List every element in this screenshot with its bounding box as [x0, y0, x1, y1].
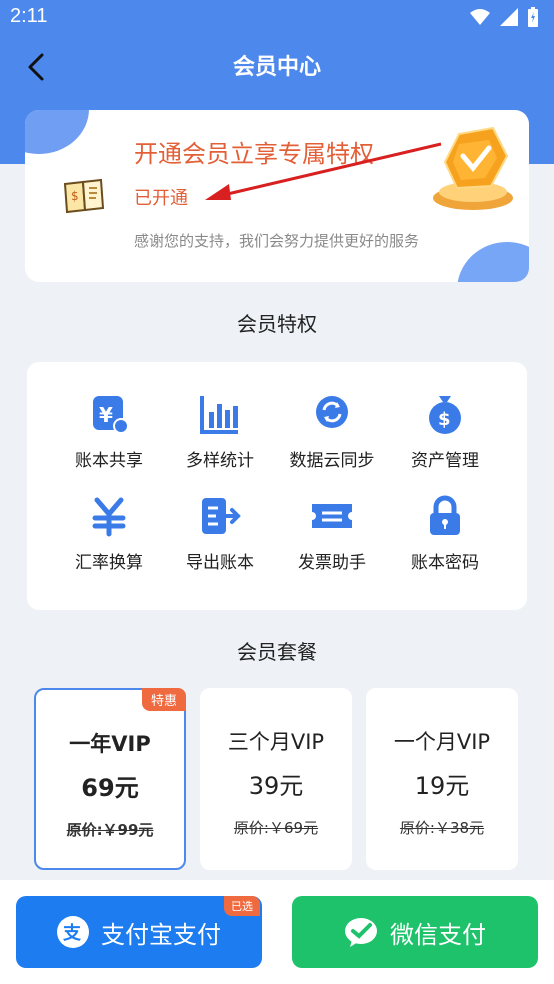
features-panel: ¥ 账本共享 多样统计 数据云同步 $ 资产管理 汇率换算 导出账本 发票助手 …	[27, 362, 527, 610]
feature-label: 汇率换算	[75, 553, 143, 573]
feature-exchange-rate[interactable]: 汇率换算	[49, 494, 169, 573]
svg-text:支: 支	[62, 922, 82, 944]
ledger-book-icon: $	[63, 178, 105, 214]
bar-chart-icon	[200, 396, 238, 434]
wechat-pay-label: 微信支付	[390, 920, 486, 949]
vip-trophy-icon	[433, 126, 513, 210]
alipay-icon: 支	[57, 916, 89, 948]
svg-text:$: $	[71, 189, 79, 203]
plan-name: 三个月VIP	[227, 730, 325, 754]
money-bag-icon: $	[429, 396, 461, 434]
selected-badge: 已选	[224, 896, 260, 916]
alipay-button[interactable]: 支 支付宝支付 已选	[16, 896, 262, 968]
plan-price: 39元	[248, 772, 304, 800]
ticket-icon	[312, 504, 352, 528]
battery-icon	[528, 7, 538, 27]
plan-original-price: 原价:￥99元	[66, 821, 154, 839]
plan-name: 一个月VIP	[393, 730, 491, 754]
discount-tag: 特惠	[141, 688, 186, 711]
plans-list: 特惠 一年VIP 69元 原价:￥99元 三个月VIP 39元 原价:￥69元 …	[0, 688, 554, 874]
signal-icon	[500, 8, 518, 26]
plan-name: 一年VIP	[69, 732, 151, 756]
feature-label: 发票助手	[298, 553, 366, 573]
plan-card-monthly[interactable]: 一个月VIP 19元 原价:￥38元	[366, 688, 518, 870]
svg-text:$: $	[438, 409, 451, 430]
shared-ledger-icon: ¥	[93, 396, 129, 434]
decorative-blob	[25, 110, 89, 154]
payment-bar: 支 支付宝支付 已选 微信支付	[0, 880, 554, 984]
wechat-icon	[345, 918, 377, 947]
cloud-sync-icon	[316, 396, 348, 428]
plan-original-price: 原价:￥38元	[399, 819, 485, 837]
currency-exchange-icon	[92, 497, 126, 537]
page-title: 会员中心	[232, 55, 321, 80]
feature-label: 账本共享	[75, 451, 143, 471]
lock-icon	[430, 495, 460, 535]
feature-invoice-assistant[interactable]: 发票助手	[272, 494, 392, 573]
alipay-label: 支付宝支付	[101, 920, 221, 949]
feature-cloud-sync[interactable]: 数据云同步	[272, 392, 392, 471]
plan-original-price: 原价:￥69元	[233, 819, 319, 837]
feature-shared-ledger[interactable]: ¥ 账本共享	[49, 392, 169, 471]
plan-price: 69元	[81, 774, 139, 802]
feature-label: 数据云同步	[289, 451, 375, 471]
system-icons	[470, 7, 538, 27]
vip-thanks-text: 感谢您的支持，我们会努力提供更好的服务	[134, 232, 420, 250]
plans-title: 会员套餐	[237, 640, 317, 664]
feature-export-ledger[interactable]: 导出账本	[160, 494, 280, 573]
vip-status-text: 已开通	[134, 188, 188, 209]
vip-status-card: $ 开通会员立享专属特权 已开通 感谢您的支持，我们会努力提供更好的服务	[25, 110, 529, 282]
plan-card-yearly[interactable]: 特惠 一年VIP 69元 原价:￥99元	[34, 688, 186, 870]
plan-price: 19元	[414, 772, 470, 800]
feature-asset-management[interactable]: $ 资产管理	[385, 392, 505, 471]
wifi-icon	[470, 9, 490, 25]
feature-ledger-password[interactable]: 账本密码	[385, 494, 505, 573]
feature-statistics[interactable]: 多样统计	[160, 392, 280, 471]
status-bar: 2:11	[0, 0, 554, 36]
export-icon	[202, 498, 241, 534]
status-time: 2:11	[10, 5, 48, 27]
feature-label: 资产管理	[411, 451, 479, 471]
features-title: 会员特权	[237, 312, 317, 336]
decorative-blob	[457, 242, 529, 282]
plan-card-quarterly[interactable]: 三个月VIP 39元 原价:￥69元	[200, 688, 352, 870]
feature-label: 账本密码	[411, 553, 479, 573]
wechat-pay-button[interactable]: 微信支付	[292, 896, 538, 968]
feature-label: 导出账本	[186, 553, 254, 573]
svg-text:¥: ¥	[99, 403, 113, 427]
annotation-arrow	[205, 142, 442, 200]
feature-label: 多样统计	[186, 451, 254, 471]
